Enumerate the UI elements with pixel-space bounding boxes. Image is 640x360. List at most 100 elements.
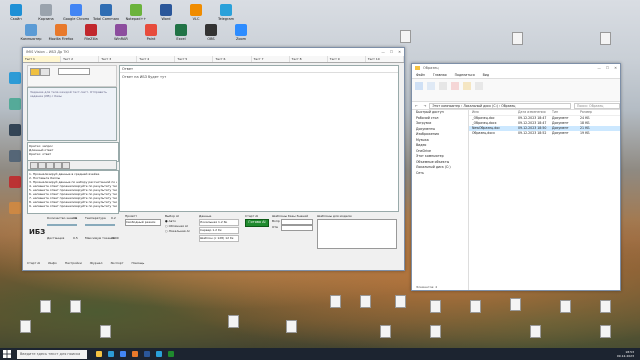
open-folder-icon[interactable] [30,68,40,76]
windows-start-icon[interactable] [3,350,11,358]
document-icon[interactable] [600,325,611,338]
paste-icon[interactable] [439,82,447,90]
desktop-icon[interactable]: Zoom [228,24,254,41]
tab-test[interactable]: Тест 9 [328,56,366,62]
ribbon-tab[interactable]: Вид [483,73,489,77]
desktop-icon[interactable]: Paint [138,24,164,41]
properties-icon[interactable] [475,82,483,90]
document-icon[interactable] [360,295,371,308]
ribbon-tab[interactable]: Файл [416,73,425,77]
explorer-titlebar[interactable]: Образец — ☐ ✕ [412,64,620,72]
task-prompt-box[interactable]: Задание для тела каждой тест-лист. Отпра… [27,87,117,141]
desktop-icon[interactable]: Total Commander [93,4,119,21]
document-icon[interactable] [380,325,391,338]
desktop-icon[interactable]: OBS [198,24,224,41]
desktop-icon[interactable]: Word [153,4,179,21]
app-icon[interactable] [168,351,174,357]
back-icon[interactable]: ← [412,104,421,108]
model-radio[interactable]: ○ Локальная AI [165,229,195,234]
tab-test[interactable]: Тест 2 [61,56,100,62]
edge-icon[interactable] [108,351,114,357]
document-icon[interactable] [512,32,523,45]
answer-field[interactable] [281,225,313,231]
document-icon[interactable] [470,300,481,313]
tool-icon[interactable] [54,162,62,169]
document-icon[interactable] [40,300,51,313]
action-button[interactable]: Старт AI [27,261,40,265]
document-icon[interactable] [530,325,541,338]
desktop-icon[interactable]: Скайп [3,4,29,21]
system-tray[interactable]: 18:53 09.12.2023 [617,350,640,358]
nav-item[interactable]: Сеть [412,171,468,177]
document-icon[interactable] [286,320,297,333]
desktop-icon[interactable]: Google Chrome [63,4,89,21]
go-button[interactable]: Готово AI [245,219,269,227]
minimize-icon[interactable]: — [597,66,601,70]
document-icon[interactable] [100,325,111,338]
desktop-icon[interactable]: Notepad++ [123,4,149,21]
action-button[interactable]: Журнал [90,261,103,265]
desktop-icon[interactable]: Компьютер [18,24,44,41]
document-icon[interactable] [228,315,239,328]
dist-value[interactable]: 0.5 [73,236,78,240]
tab-test[interactable]: Тест 3 [99,56,138,62]
tab-test[interactable]: Тест 6 [213,56,252,62]
new-folder-icon[interactable] [463,82,471,90]
tab-test[interactable]: Тест 1 [23,56,62,62]
maximize-icon[interactable]: ☐ [606,66,609,70]
column-header[interactable]: Дата изменения [518,110,552,115]
word-icon[interactable] [144,351,150,357]
desktop-icon[interactable]: Telegram [213,4,239,21]
document-icon[interactable] [510,298,521,311]
document-icon[interactable] [430,325,441,338]
desktop-icon[interactable]: VLC [183,4,209,21]
tokens-value[interactable]: 2000 [111,236,119,240]
log-line[interactable]: 9. напишите ответ проанализируйте по рез… [29,204,117,208]
document-icon[interactable] [430,300,441,313]
explorer-icon[interactable] [96,351,102,357]
tool-icon[interactable] [62,162,70,169]
explorer-search[interactable]: Поиск: Образец [574,102,620,109]
data-item[interactable]: Локальная 1.2 бк [199,219,239,226]
tab-test[interactable]: Тест 4 [137,56,176,62]
document-icon[interactable] [600,32,611,45]
tab-test[interactable]: Тест 8 [290,56,328,62]
document-icon[interactable] [400,30,411,43]
address-bar[interactable]: Этот компьютер › Локальный диск (C:) › О… [429,102,571,109]
count-slider[interactable] [47,224,77,226]
document-icon[interactable] [395,295,406,308]
app-titlebar[interactable]: IMIS Vision – ИБЗ Др ТЮ — ☐ ✕ [23,48,404,56]
action-button[interactable]: Инфо [48,261,57,265]
tool-icon[interactable] [46,162,54,169]
data-item[interactable]: Шаблон (с 128) 12 бк [199,235,239,242]
firefox-icon[interactable] [132,351,138,357]
close-icon[interactable]: ✕ [614,66,617,70]
minimize-icon[interactable]: — [381,50,385,54]
save-icon[interactable] [40,68,50,76]
column-header[interactable]: Тип [552,110,580,115]
desktop-icon[interactable]: FileZilla [78,24,104,41]
tab-test[interactable]: Тест 10 [366,56,404,62]
maximize-icon[interactable]: ☐ [390,50,393,54]
list-item[interactable]: Кратко: ответ [29,152,117,156]
chrome-icon[interactable] [120,351,126,357]
data-item[interactable]: Сервер 1.2 бк [199,227,239,234]
temp-slider[interactable] [85,224,115,226]
file-row[interactable]: Образец.docx 09.12.2023 18:52 Документ 19 К… [469,131,620,136]
document-icon[interactable] [330,295,341,308]
count-value[interactable]: 10 [73,216,77,220]
action-button[interactable]: Настройки [65,261,82,265]
template-tree[interactable] [317,219,397,249]
prompt-select[interactable]: Свободный режим [125,219,161,226]
telegram-icon[interactable] [156,351,162,357]
action-button[interactable]: Экспорт [110,261,123,265]
mode-select[interactable] [58,68,90,75]
ribbon-tab[interactable]: Поделиться [455,73,475,77]
tab-test[interactable]: Тест 7 [252,56,290,62]
ribbon-tab[interactable]: Главная [433,73,447,77]
answer-panel[interactable]: Ответ Ответ на ИБЗ будет тут [119,65,399,212]
temp-value[interactable]: 0.2 [111,216,116,220]
tab-test[interactable]: Тест 5 [175,56,214,62]
tool-icon[interactable] [38,162,46,169]
document-icon[interactable] [70,300,81,313]
